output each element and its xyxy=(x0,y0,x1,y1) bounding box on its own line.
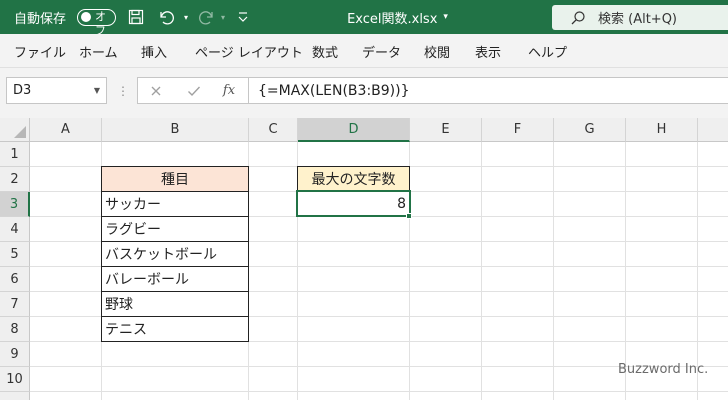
row-header-10[interactable]: 10 xyxy=(0,367,30,392)
search-box[interactable]: 検索 (Alt+Q) xyxy=(552,5,728,30)
redo-dropdown-icon[interactable]: ▾ xyxy=(212,0,234,34)
select-all-button[interactable] xyxy=(0,118,30,142)
chevron-down-icon: ▼ xyxy=(93,86,100,95)
row-header-3[interactable]: 3 xyxy=(0,192,30,217)
row-header-4[interactable]: 4 xyxy=(0,217,30,242)
search-placeholder: 検索 (Alt+Q) xyxy=(598,12,678,27)
insert-function-icon[interactable]: fx xyxy=(218,77,240,104)
spreadsheet-grid: A B C D E F G H 1 2 3 4 5 6 7 8 9 10 種目 … xyxy=(0,118,728,400)
name-box-value: D3 xyxy=(13,83,32,98)
row-header-9[interactable]: 9 xyxy=(0,342,30,367)
tab-insert[interactable]: 挿入 xyxy=(141,34,167,68)
document-title-text: Excel関数.xlsx xyxy=(347,11,438,27)
row-header-5[interactable]: 5 xyxy=(0,242,30,267)
gridline xyxy=(553,142,554,400)
cell-b4[interactable]: ラグビー xyxy=(101,216,249,242)
formula-input[interactable]: {=MAX(LEN(B3:B9))} xyxy=(248,77,728,104)
undo-icon[interactable] xyxy=(155,0,177,34)
column-header-c[interactable]: C xyxy=(249,118,298,142)
cell-b5[interactable]: バスケットボール xyxy=(101,241,249,267)
save-icon[interactable] xyxy=(125,0,147,34)
row-header-2[interactable]: 2 xyxy=(0,167,30,192)
row-header-6[interactable]: 6 xyxy=(0,267,30,292)
cell-b7[interactable]: 野球 xyxy=(101,291,249,317)
row-header-7[interactable]: 7 xyxy=(0,292,30,317)
enter-check-icon[interactable] xyxy=(183,77,205,104)
cell-b6[interactable]: バレーボール xyxy=(101,266,249,292)
column-header-h[interactable]: H xyxy=(626,118,698,142)
row-header-8[interactable]: 8 xyxy=(0,317,30,342)
column-header-e[interactable]: E xyxy=(410,118,482,142)
tab-file[interactable]: ファイル xyxy=(14,34,66,68)
cell-b3[interactable]: サッカー xyxy=(101,191,249,217)
tab-page-layout[interactable]: ページ レイアウト xyxy=(195,34,303,68)
autosave-label: 自動保存 xyxy=(14,11,67,27)
tab-view[interactable]: 表示 xyxy=(475,34,501,68)
fill-handle[interactable] xyxy=(406,213,412,219)
tab-review[interactable]: 校閲 xyxy=(424,34,450,68)
title-bar: 自動保存 オフ ▾ ▾ Excel関数.xlsx ▾ 検索 (Alt+Q) xyxy=(0,0,728,37)
cell-b8[interactable]: テニス xyxy=(101,316,249,342)
tab-data[interactable]: データ xyxy=(362,34,401,68)
active-cell-border xyxy=(296,190,411,217)
column-header-d[interactable]: D xyxy=(298,118,410,142)
ribbon-tabs: ファイル ホーム 挿入 ページ レイアウト 数式 データ 校閲 表示 ヘルプ xyxy=(0,34,728,68)
formula-bar-grip-icon: ⋮ xyxy=(117,83,129,98)
search-icon xyxy=(570,10,586,26)
tab-help[interactable]: ヘルプ xyxy=(528,34,567,68)
column-header-g[interactable]: G xyxy=(554,118,626,142)
undo-dropdown-icon[interactable]: ▾ xyxy=(175,0,197,34)
cell-b2[interactable]: 種目 xyxy=(101,166,249,192)
column-header-b[interactable]: B xyxy=(102,118,249,142)
cancel-icon[interactable] xyxy=(145,77,167,104)
tab-home[interactable]: ホーム xyxy=(79,34,118,68)
customize-toolbar-icon[interactable] xyxy=(232,0,254,34)
row-header-1[interactable]: 1 xyxy=(0,142,30,167)
tab-formulas[interactable]: 数式 xyxy=(312,34,338,68)
name-box[interactable]: D3 ▼ xyxy=(6,77,107,104)
column-header-f[interactable]: F xyxy=(482,118,554,142)
column-header-i[interactable] xyxy=(698,118,728,142)
gridline xyxy=(481,142,482,400)
document-title[interactable]: Excel関数.xlsx ▾ xyxy=(330,0,465,34)
column-header-a[interactable]: A xyxy=(30,118,102,142)
autosave-toggle[interactable]: オフ xyxy=(77,0,116,37)
row-header-11[interactable] xyxy=(0,392,30,400)
cell-d2[interactable]: 最大の文字数 xyxy=(297,166,410,192)
watermark: Buzzword Inc. xyxy=(618,362,709,377)
gridline xyxy=(30,391,728,392)
chevron-down-icon: ▾ xyxy=(443,12,448,22)
